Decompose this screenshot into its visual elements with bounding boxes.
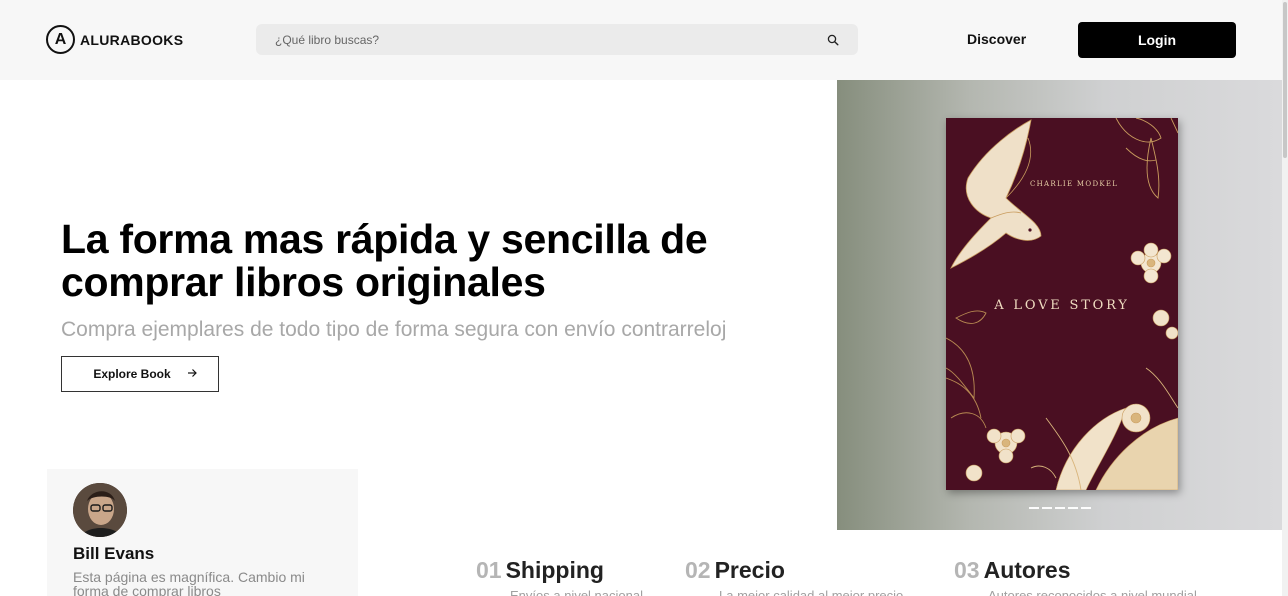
carousel-dots bbox=[1029, 507, 1091, 509]
explore-book-button[interactable]: Explore Book bbox=[61, 356, 219, 392]
book-title: A LOVE STORY bbox=[994, 298, 1130, 313]
testimonial-card: Bill Evans Esta página es magnífica. Cam… bbox=[47, 469, 358, 596]
explore-book-label: Explore Book bbox=[93, 367, 171, 381]
search-icon[interactable] bbox=[826, 33, 840, 47]
book-showcase: CHARLIE MODKEL A LOVE STORY bbox=[837, 80, 1282, 530]
search-input[interactable] bbox=[275, 32, 826, 47]
login-button[interactable]: Login bbox=[1078, 22, 1236, 58]
feature-description: Autores reconocidos a nivel mundial bbox=[988, 588, 1197, 596]
nav-discover-link[interactable]: Discover bbox=[967, 31, 1026, 47]
testimonial-text: Esta página es magnífica. Cambio mi form… bbox=[73, 569, 305, 596]
feature-number: 02 bbox=[685, 557, 711, 583]
carousel-dot[interactable] bbox=[1042, 507, 1052, 509]
search-bar bbox=[256, 24, 858, 55]
feature-precio: 02 Precio La mejor calidad al mejor preci… bbox=[685, 557, 903, 596]
arrow-right-icon bbox=[187, 367, 197, 381]
feature-shipping: 01 Shipping Envíos a nivel nacional bbox=[476, 557, 643, 596]
carousel-dot[interactable] bbox=[1068, 507, 1078, 509]
book-cover-image[interactable]: CHARLIE MODKEL A LOVE STORY bbox=[946, 118, 1178, 490]
feature-title: Autores bbox=[983, 557, 1071, 583]
feature-title: Shipping bbox=[505, 557, 604, 583]
carousel-dot[interactable] bbox=[1029, 507, 1039, 509]
carousel-dot[interactable] bbox=[1081, 507, 1091, 509]
feature-number: 03 bbox=[954, 557, 980, 583]
logo-mark-icon: A bbox=[46, 25, 75, 54]
testimonial-name: Bill Evans bbox=[73, 544, 155, 563]
feature-description: La mejor calidad al mejor precio bbox=[719, 588, 904, 596]
carousel-dot[interactable] bbox=[1055, 507, 1065, 509]
book-author: CHARLIE MODKEL bbox=[1030, 180, 1119, 188]
page-scrollbar[interactable] bbox=[1282, 0, 1288, 596]
feature-title: Precio bbox=[714, 557, 785, 583]
feature-autores: 03 Autores Autores reconocidos a nivel mu… bbox=[954, 557, 1197, 596]
scrollbar-thumb[interactable] bbox=[1283, 2, 1287, 158]
logo-text: ALURABOOKS bbox=[80, 31, 184, 48]
feature-description: Envíos a nivel nacional bbox=[510, 588, 643, 596]
logo[interactable]: A ALURABOOKS bbox=[46, 25, 183, 54]
avatar bbox=[73, 483, 127, 537]
feature-number: 01 bbox=[476, 557, 502, 583]
hero-title: La forma mas rápida y sencilla de compra… bbox=[61, 216, 708, 305]
site-header: A ALURABOOKS Discover Login bbox=[0, 0, 1288, 80]
hero-subtitle: Compra ejemplares de todo tipo de forma … bbox=[61, 318, 727, 341]
